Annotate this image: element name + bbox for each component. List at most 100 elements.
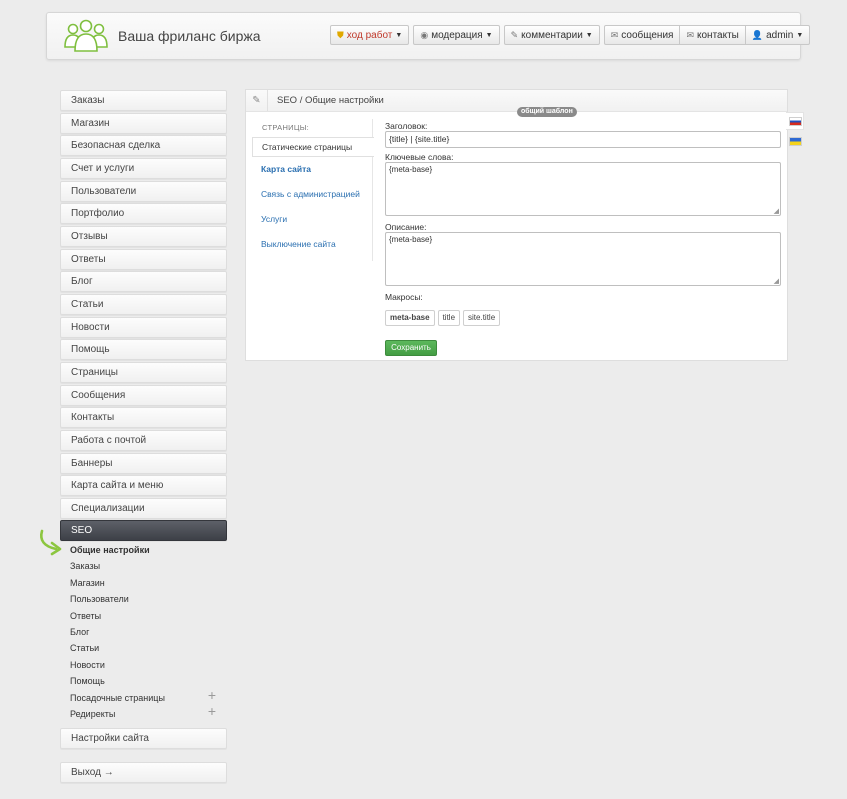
sidebar-item-orders[interactable]: Заказы — [60, 90, 227, 111]
sidebar-item-contacts[interactable]: Контакты — [60, 407, 227, 429]
chevron-down-icon: ▼ — [796, 31, 804, 39]
sidebar-item-help[interactable]: Помощь — [60, 339, 227, 361]
sidebar-item-blog[interactable]: Блог — [60, 271, 227, 293]
envelope-icon: ✉ — [610, 29, 619, 40]
curved-arrow-icon — [40, 529, 62, 556]
comments-menu-label: комментарии — [521, 29, 583, 41]
submenu-item-general[interactable]: Общие настройки — [70, 544, 220, 560]
sidebar-item-site-settings[interactable]: Настройки сайта — [60, 728, 227, 749]
admin-menu-button[interactable]: 👤 admin ▼ — [745, 25, 811, 45]
sidebar: Заказы Магазин Безопасная сделка Счет и … — [60, 90, 227, 543]
site-title[interactable]: Ваша фриланс биржа — [118, 28, 261, 44]
chevron-down-icon: ▼ — [585, 31, 593, 39]
submenu-item-articles[interactable]: Статьи — [70, 642, 220, 658]
messages-button[interactable]: ✉ сообщения — [603, 25, 681, 45]
shield-icon: ⛊ — [337, 29, 344, 40]
submenu-item-blog[interactable]: Блог — [70, 626, 220, 642]
page-link-site-off[interactable]: Выключение сайта — [252, 232, 372, 257]
sidebar-item-pages[interactable]: Страницы — [60, 361, 227, 383]
contacts-label: контакты — [697, 29, 739, 41]
sidebar-item-portfolio[interactable]: Портфолио — [60, 203, 227, 225]
ukrainian-flag-icon[interactable] — [789, 137, 802, 146]
envelope-icon: ✉ — [686, 29, 694, 40]
page-tab-static[interactable]: Статические страницы — [252, 137, 374, 157]
sidebar-logout: Выход → — [60, 762, 227, 785]
seo-settings-panel: ✎ SEO / Общие настройки общий шаблон СТР… — [245, 89, 788, 361]
sidebar-item-news[interactable]: Новости — [60, 316, 227, 338]
submenu-item-landing-pages[interactable]: Посадочные страницы + — [70, 688, 220, 708]
save-button[interactable]: Сохранить — [385, 340, 437, 356]
title-input[interactable]: {title} | {site.title} — [385, 131, 781, 148]
submenu-item-answers[interactable]: Ответы — [70, 610, 220, 626]
title-label: Заголовок: — [385, 121, 428, 131]
submenu-item-orders[interactable]: Заказы — [70, 560, 220, 576]
breadcrumb: SEO / Общие настройки — [277, 95, 384, 106]
progress-menu-label: ход работ — [346, 29, 393, 41]
russian-flag-icon[interactable] — [789, 117, 802, 126]
chevron-down-icon: ▼ — [485, 31, 493, 39]
seo-submenu: Общие настройки Заказы Магазин Пользоват… — [70, 544, 220, 724]
sidebar-settings: Настройки сайта — [60, 728, 227, 751]
pages-label: СТРАНИЦЫ: — [262, 123, 310, 132]
seo-form: Заголовок: {title} | {site.title} Ключев… — [385, 121, 781, 356]
keywords-label: Ключевые слова: — [385, 152, 454, 162]
submenu-item-users[interactable]: Пользователи — [70, 593, 220, 609]
contacts-button[interactable]: ✉ контакты — [680, 25, 746, 45]
submenu-item-news[interactable]: Новости — [70, 659, 220, 675]
keywords-textarea[interactable]: {meta-base} ◢ — [385, 162, 781, 216]
moderation-menu-label: модерация — [431, 29, 483, 41]
sidebar-item-reviews[interactable]: Отзывы — [60, 225, 227, 247]
submenu-item-redirects[interactable]: Редиректы + — [70, 704, 220, 724]
description-label: Описание: — [385, 222, 427, 232]
sidebar-item-users[interactable]: Пользователи — [60, 180, 227, 202]
resize-grip-icon[interactable]: ◢ — [774, 207, 779, 215]
top-navigation: ⛊ ход работ ▼ ◉ модерация ▼ ✎ комментари… — [330, 25, 811, 45]
macros-label: Макросы: — [385, 292, 423, 302]
progress-menu-button[interactable]: ⛊ ход работ ▼ — [330, 25, 410, 45]
top-header: Ваша фриланс биржа ⛊ ход работ ▼ ◉ модер… — [46, 12, 811, 60]
macro-site-title[interactable]: site.title — [463, 310, 501, 326]
chevron-down-icon: ▼ — [395, 31, 403, 39]
submenu-item-shop[interactable]: Магазин — [70, 577, 220, 593]
pencil-icon: ✎ — [510, 29, 519, 40]
sidebar-item-seo[interactable]: SEO — [60, 520, 227, 542]
sidebar-item-safe-deal[interactable]: Безопасная сделка — [60, 135, 227, 157]
keywords-value: {meta-base} — [389, 165, 433, 174]
sidebar-item-answers[interactable]: Ответы — [60, 248, 227, 270]
sidebar-item-articles[interactable]: Статьи — [60, 293, 227, 315]
macros-list: meta-base title site.title — [385, 310, 781, 326]
admin-label: admin — [766, 29, 794, 41]
edit-icon: ✎ — [246, 90, 268, 111]
page-link-contact-admin[interactable]: Связь с администрацией — [252, 182, 372, 207]
sidebar-item-billing[interactable]: Счет и услуги — [60, 157, 227, 179]
page-link-services[interactable]: Услуги — [252, 207, 372, 232]
messages-label: сообщения — [621, 29, 674, 41]
panel-header: ✎ SEO / Общие настройки — [246, 90, 787, 112]
logo-people-icon[interactable] — [63, 19, 109, 53]
moderation-menu-button[interactable]: ◉ модерация ▼ — [413, 25, 500, 45]
resize-grip-icon[interactable]: ◢ — [774, 277, 779, 285]
user-icon: 👤 — [751, 29, 764, 40]
logout-button[interactable]: Выход → — [60, 762, 227, 783]
sidebar-item-specializations[interactable]: Специализации — [60, 497, 227, 519]
plus-icon[interactable]: + — [208, 704, 216, 718]
submenu-item-redirects-label: Редиректы — [70, 708, 116, 719]
sidebar-item-sitemap[interactable]: Карта сайта и меню — [60, 475, 227, 497]
sidebar-item-shop[interactable]: Магазин — [60, 112, 227, 134]
page-link-sitemap[interactable]: Карта сайта — [252, 157, 372, 182]
macro-meta-base[interactable]: meta-base — [385, 310, 435, 326]
pages-navigation: СТРАНИЦЫ: Статические страницы Карта сай… — [252, 119, 374, 261]
description-value: {meta-base} — [389, 235, 433, 244]
sidebar-item-messages[interactable]: Сообщения — [60, 384, 227, 406]
submenu-item-help[interactable]: Помощь — [70, 675, 220, 691]
submenu-item-landing-pages-label: Посадочные страницы — [70, 692, 165, 703]
description-textarea[interactable]: {meta-base} ◢ — [385, 232, 781, 286]
eye-icon: ◉ — [420, 29, 429, 40]
macro-title[interactable]: title — [437, 310, 461, 326]
plus-icon[interactable]: + — [208, 688, 216, 702]
template-badge: общий шаблон — [517, 107, 577, 117]
comments-menu-button[interactable]: ✎ комментарии ▼ — [503, 25, 600, 45]
sidebar-item-banners[interactable]: Баннеры — [60, 452, 227, 474]
user-button-group: ✉ сообщения ✉ контакты 👤 admin ▼ — [603, 25, 811, 45]
sidebar-item-mail[interactable]: Работа с почтой — [60, 429, 227, 451]
